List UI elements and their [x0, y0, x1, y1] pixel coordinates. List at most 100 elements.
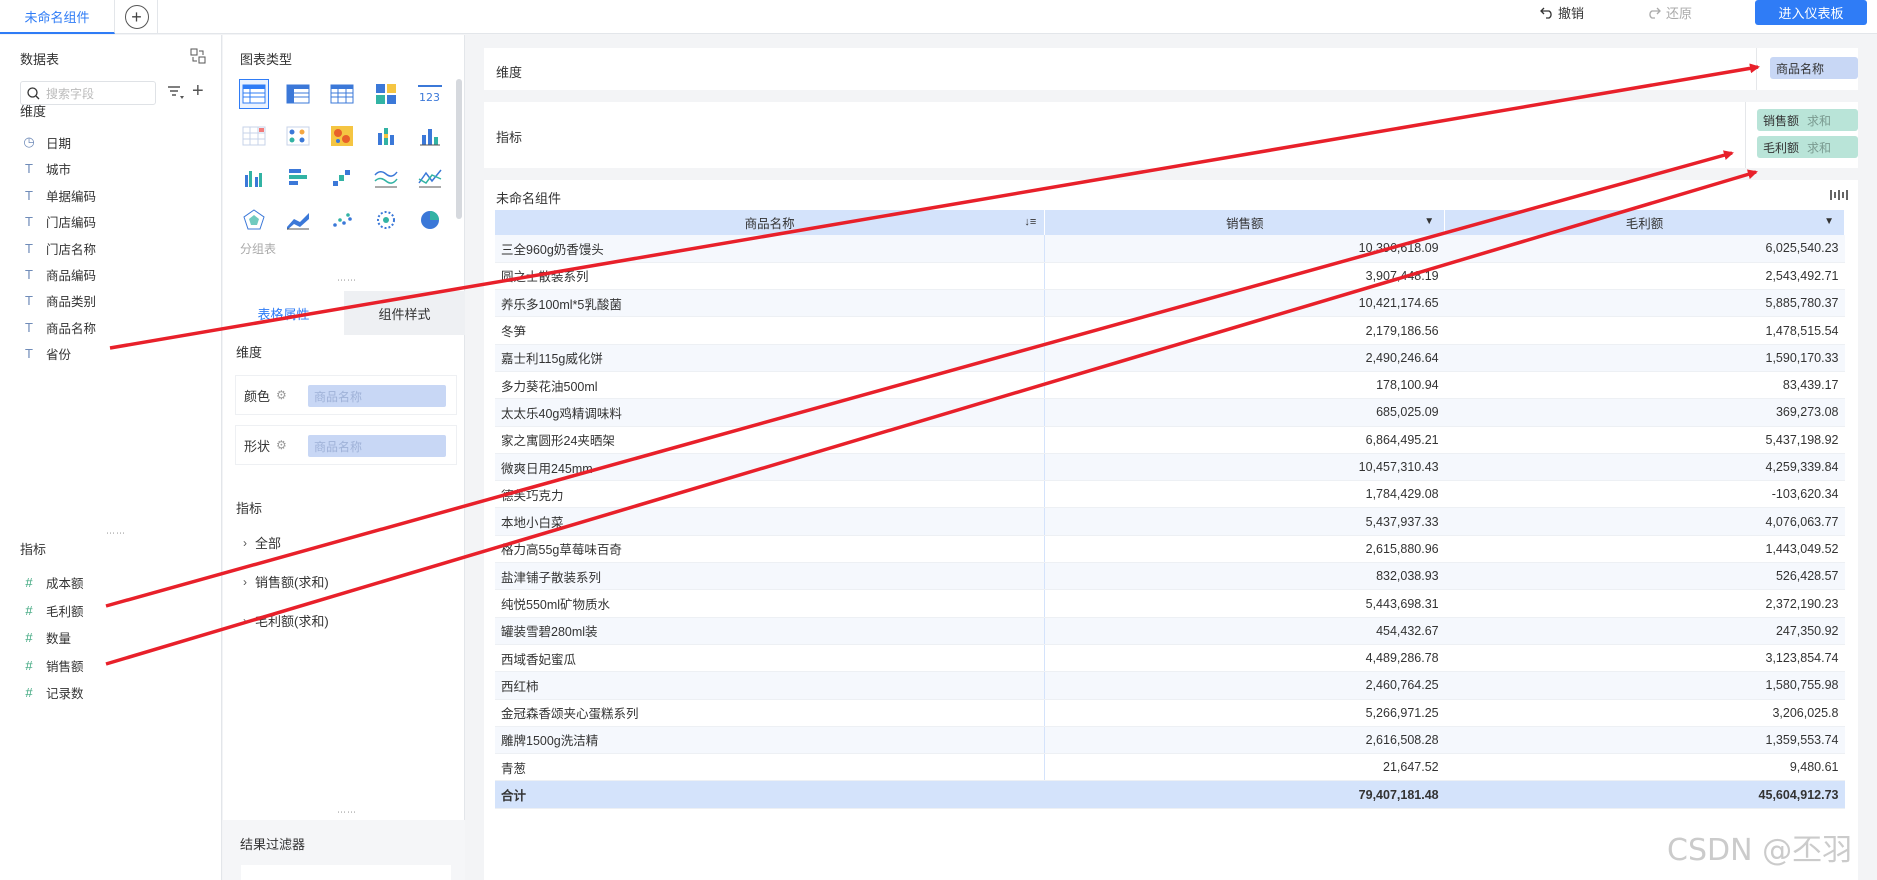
bubble-type-icon[interactable]: [371, 205, 401, 235]
field-label: 城市: [46, 162, 72, 177]
switch-table-icon[interactable]: [190, 48, 206, 64]
table-row: 盐津铺子散装系列 832,038.93 526,428.57: [495, 562, 1845, 591]
table-header-row: 商品名称 ↓≡ 销售额 ▼ 毛利额 ▼: [495, 210, 1845, 235]
shape-field-chip[interactable]: 商品名称: [308, 435, 446, 457]
column-header-product-name[interactable]: 商品名称 ↓≡: [495, 210, 1046, 235]
dropdown-arrow-icon[interactable]: ▼: [1424, 216, 1434, 227]
field-city[interactable]: T 城市: [22, 158, 71, 178]
text-type-icon: T: [25, 345, 33, 361]
line-type-icon[interactable]: [371, 163, 401, 193]
tree-item-sales[interactable]: › 销售额(求和): [243, 572, 329, 591]
resize-handle[interactable]: ⋯⋯: [106, 528, 126, 539]
grouped-table-type-icon[interactable]: [239, 79, 269, 109]
tab-table-props[interactable]: 表格属性: [223, 291, 344, 335]
dimension-section-label: 维度: [20, 104, 47, 119]
data-table: 商品名称 ↓≡ 销售额 ▼ 毛利额 ▼ 三全960g奶香馒头 10,396,618.09…: [495, 210, 1845, 809]
tree-label: 全部: [255, 536, 282, 551]
dropdown-arrow-icon[interactable]: ▼: [1824, 216, 1834, 227]
cell-product-name: 金冠森香颂夹心蛋糕系列: [495, 699, 1046, 727]
metric-drop-zone[interactable]: 指标 销售额 求和 毛利额 求和: [484, 102, 1858, 168]
cell-product-name: 圆之士散装系列: [495, 262, 1046, 291]
cell-sales: 2,460,764.25: [1044, 671, 1445, 700]
table-row: 三全960g奶香馒头 10,396,618.09 6,025,540.23: [495, 235, 1845, 263]
kpi-card-type-icon[interactable]: [371, 79, 401, 109]
color-config-row[interactable]: 颜色 ⚙ 商品名称: [235, 375, 457, 415]
tree-item-all[interactable]: › 全部: [243, 533, 281, 552]
total-label: 合计: [495, 780, 1046, 809]
field-label: 门店名称: [46, 242, 97, 257]
field-date[interactable]: ◷ 日期: [22, 132, 71, 152]
scatter-type-icon[interactable]: [327, 205, 357, 235]
add-tab-button[interactable]: +: [116, 0, 158, 34]
field-province[interactable]: T 省份: [22, 343, 71, 363]
range-area-type-icon[interactable]: [283, 205, 313, 235]
resize-handle[interactable]: ⋯⋯: [337, 807, 357, 818]
field-product-category[interactable]: T 商品类别: [22, 290, 96, 310]
metric-chip-sales[interactable]: 销售额 求和: [1757, 109, 1858, 131]
field-record-count[interactable]: # 记录数: [22, 682, 83, 702]
cell-product-name: 嘉士利115g威化饼: [495, 344, 1046, 372]
resize-handle[interactable]: ⋯⋯: [337, 275, 357, 286]
divider: [1756, 48, 1757, 90]
dot-table-type-icon[interactable]: [283, 121, 313, 151]
dimension-chip-product-name[interactable]: 商品名称: [1770, 57, 1858, 79]
tab-component-style[interactable]: 组件样式: [344, 291, 465, 335]
heatmap-type-icon[interactable]: [327, 121, 357, 151]
cell-profit: 3,123,854.74: [1444, 644, 1845, 673]
cell-product-name: 三全960g奶香馒头: [495, 235, 1046, 263]
shape-config-row[interactable]: 形状 ⚙ 商品名称: [235, 425, 457, 465]
add-field-icon[interactable]: +: [192, 81, 204, 101]
waterfall-type-icon[interactable]: [327, 163, 357, 193]
field-product-code[interactable]: T 商品编码: [22, 264, 96, 284]
field-store-name[interactable]: T 门店名称: [22, 238, 96, 258]
field-cost[interactable]: # 成本额: [22, 572, 83, 592]
detail-table-type-icon[interactable]: [327, 79, 357, 109]
undo-button[interactable]: 撤销: [1540, 0, 1584, 24]
stacked-column-type-icon[interactable]: [371, 121, 401, 151]
settings-icon[interactable]: ⚙: [276, 388, 287, 402]
number-type-icon[interactable]: 123: [415, 79, 445, 109]
metric-chip-profit[interactable]: 毛利额 求和: [1757, 136, 1858, 158]
chart-type-scrollbar[interactable]: [456, 79, 462, 219]
sort-filter-icon[interactable]: [166, 83, 186, 103]
field-product-name[interactable]: T 商品名称: [22, 317, 96, 337]
tab-unnamed-component[interactable]: 未命名组件: [0, 0, 115, 34]
cell-profit: 1,478,515.54: [1444, 316, 1845, 345]
total-sales: 79,407,181.48: [1044, 780, 1445, 809]
result-filter-box[interactable]: [241, 865, 451, 880]
cross-table-type-icon[interactable]: [239, 121, 269, 151]
pivot-table-type-icon[interactable]: [283, 79, 313, 109]
field-label: 数量: [46, 631, 72, 646]
redo-button[interactable]: 还原: [1646, 0, 1692, 24]
radar-type-icon[interactable]: [239, 205, 269, 235]
undo-icon: [1540, 7, 1552, 19]
table-row: 德芙巧克力 1,784,429.08 -103,620.34: [495, 480, 1845, 509]
column-settings-icon[interactable]: [1830, 188, 1848, 202]
color-field-chip[interactable]: 商品名称: [308, 385, 446, 407]
chevron-right-icon: ›: [243, 574, 247, 589]
field-quantity[interactable]: # 数量: [22, 627, 71, 647]
field-label: 商品名称: [46, 321, 97, 336]
dimension-drop-zone[interactable]: 维度 商品名称: [484, 48, 1858, 90]
field-sales[interactable]: # 销售额: [22, 655, 83, 675]
cell-sales: 6,864,495.21: [1044, 426, 1445, 454]
pie-type-icon[interactable]: [415, 205, 445, 235]
sort-icon[interactable]: ↓≡: [1024, 216, 1036, 228]
area-line-type-icon[interactable]: [415, 163, 445, 193]
tree-item-profit[interactable]: › 毛利额(求和): [243, 611, 329, 630]
column-header-sales[interactable]: 销售额 ▼: [1044, 210, 1446, 235]
bar-type-icon[interactable]: [283, 163, 313, 193]
field-gross-profit[interactable]: # 毛利额: [22, 600, 83, 620]
column-header-profit[interactable]: 毛利额 ▼: [1444, 210, 1845, 235]
column-type-icon[interactable]: [415, 121, 445, 151]
watermark: CSDN @丕羽: [1667, 833, 1853, 868]
table-row: 太太乐40g鸡精调味料 685,025.09 369,273.08: [495, 398, 1845, 427]
cell-product-name: 格力高55g草莓味百奇: [495, 535, 1046, 564]
field-store-code[interactable]: T 门店编码: [22, 211, 96, 231]
settings-icon[interactable]: ⚙: [276, 438, 287, 452]
field-doc-code[interactable]: T 单据编码: [22, 185, 96, 205]
multi-column-type-icon[interactable]: [239, 163, 269, 193]
tree-label: 销售额(求和): [255, 575, 329, 590]
enter-dashboard-button[interactable]: 进入仪表板: [1755, 0, 1867, 25]
cell-profit: 4,076,063.77: [1444, 507, 1845, 536]
